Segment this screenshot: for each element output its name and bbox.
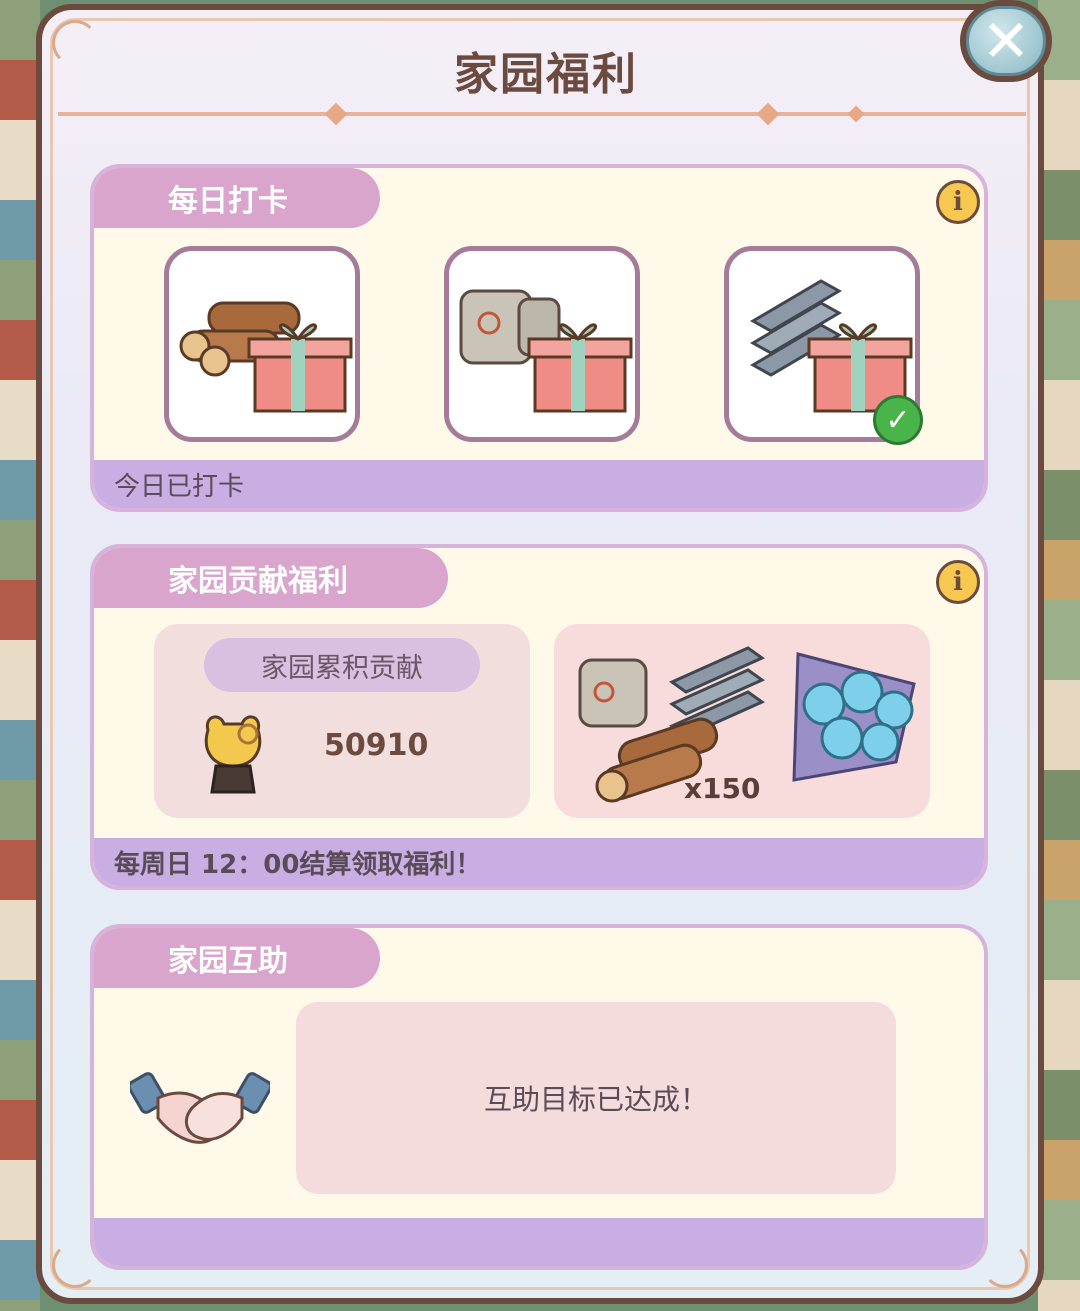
title-divider: [58, 112, 1026, 116]
contribution-footer: 每周日 12：00结算领取福利！: [94, 838, 984, 886]
mutual-help-footer: [94, 1218, 984, 1266]
reward-slot-cement[interactable]: [444, 246, 640, 442]
info-icon[interactable]: i: [936, 560, 980, 604]
daily-checkin-title: 每日打卡: [94, 168, 380, 228]
contribution-title: 家园贡献福利: [94, 548, 448, 608]
weekly-reward-panel[interactable]: x150: [554, 624, 930, 818]
mutual-help-title: 家园互助: [94, 928, 380, 988]
golden-ram-trophy-icon: [204, 715, 262, 794]
handshake-icon: [130, 1072, 270, 1144]
checkin-status: 今日已打卡: [94, 460, 984, 508]
contribution-label: 家园累积贡献: [204, 638, 480, 692]
contribution-value: 50910: [324, 728, 429, 763]
wood-gift-icon: [179, 301, 353, 413]
reward-quantity: x150: [684, 772, 761, 805]
reward-slot-steel[interactable]: ✓: [724, 246, 923, 445]
background-scenery-right: [1038, 0, 1080, 1311]
mutual-help-card: 家园互助 互助目标已达成！: [90, 924, 988, 1270]
contribution-card: 家园贡献福利 i 家园累积贡献 50910 x150 每周日 12：00结算领取…: [90, 544, 988, 890]
daily-checkin-card: 每日打卡 i ✓ 今日已打卡: [90, 164, 988, 512]
close-button[interactable]: ✕: [960, 0, 1052, 82]
info-icon[interactable]: i: [936, 180, 980, 224]
checkmark-icon: ✓: [873, 395, 923, 445]
close-icon: ✕: [966, 6, 1046, 76]
corner-ornament: [982, 1242, 1028, 1288]
mutual-help-message: 互助目标已达成！: [296, 1002, 896, 1194]
cement-gift-icon: [459, 289, 633, 413]
cloud-pattern-fabric-icon: [792, 652, 916, 782]
dialog-title: 家园福利: [454, 49, 638, 100]
background-scenery-left: [0, 0, 40, 1311]
contribution-total-panel: 家园累积贡献 50910: [154, 624, 530, 818]
reward-slot-wood[interactable]: [164, 246, 360, 442]
